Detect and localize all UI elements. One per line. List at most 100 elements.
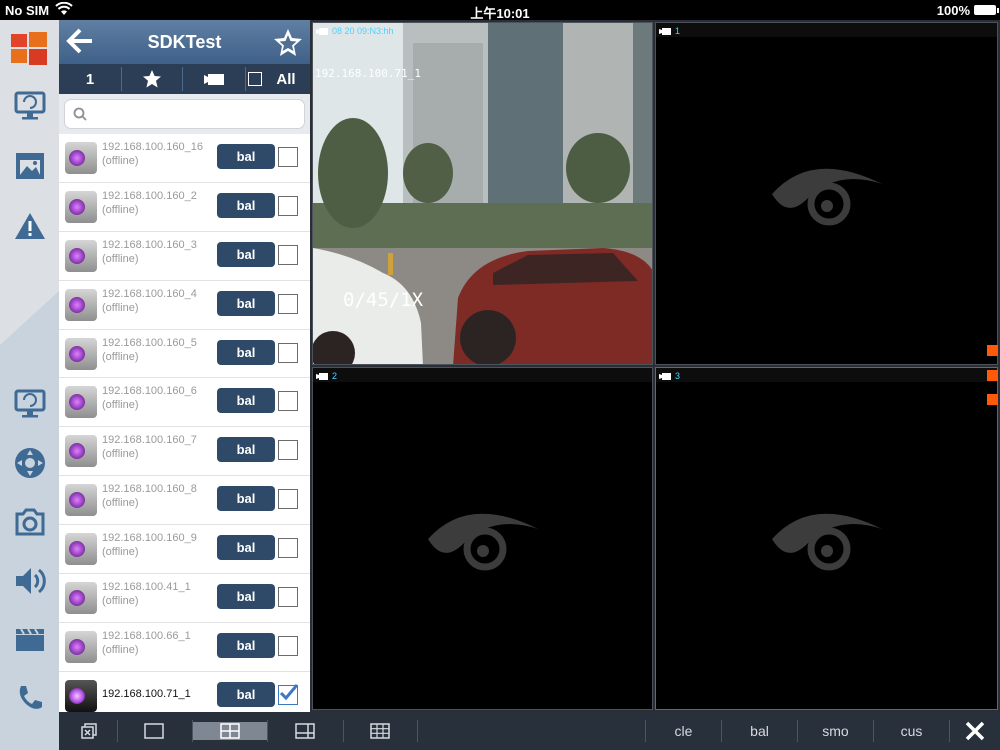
filter-tabs: 1 All xyxy=(59,64,310,94)
camera-thumbnail-icon xyxy=(65,630,97,663)
osd-ip: 192.168.100.71_1 xyxy=(315,67,421,80)
list-item[interactable]: 192.168.100.160_5 (offline) bal xyxy=(59,330,310,379)
device-checkbox[interactable] xyxy=(278,489,298,510)
device-checkbox[interactable] xyxy=(278,587,298,608)
device-checkbox[interactable] xyxy=(278,342,298,363)
layout-9-icon[interactable] xyxy=(360,712,400,750)
speaker-icon[interactable] xyxy=(12,563,48,599)
video-camera-icon xyxy=(659,373,671,380)
list-item[interactable]: 192.168.100.160_7 (offline) bal xyxy=(59,427,310,477)
close-all-icon[interactable] xyxy=(69,712,109,750)
stream-quality-button[interactable]: bal xyxy=(217,486,275,512)
stream-quality-button[interactable]: bal xyxy=(217,681,275,707)
stream-quality-button[interactable]: bal xyxy=(217,437,275,463)
video-cell-1[interactable]: 1 xyxy=(655,22,998,365)
layout-1-icon[interactable] xyxy=(134,712,174,750)
device-checkbox[interactable] xyxy=(278,147,298,167)
warning-icon[interactable] xyxy=(12,208,48,244)
list-item[interactable]: 192.168.100.160_8 (offline) bal xyxy=(59,476,310,526)
device-name: 192.168.100.160_6 xyxy=(102,385,197,398)
select-all-label[interactable]: All xyxy=(269,64,303,94)
quality-clear-button[interactable]: cle xyxy=(646,712,721,750)
monitor-icon[interactable] xyxy=(12,88,48,124)
layout-4-icon[interactable] xyxy=(193,722,267,740)
list-item[interactable]: 192.168.100.66_1 (offline) bal xyxy=(59,623,310,672)
search-input[interactable] xyxy=(93,104,293,124)
tab-cameras[interactable] xyxy=(183,64,245,94)
cell-label: 3 xyxy=(659,371,680,381)
osd-speed: 0/45/1X xyxy=(343,289,424,311)
camera-thumbnail-icon xyxy=(65,582,97,615)
list-item[interactable]: 192.168.100.160_6 (offline) bal xyxy=(59,378,310,428)
video-cell-3[interactable]: 3 xyxy=(655,367,998,710)
layout-6-icon[interactable] xyxy=(285,712,325,750)
device-list: 192.168.100.160_16 (offline) bal 192.168.10… xyxy=(59,134,310,712)
search-box[interactable] xyxy=(64,99,305,129)
alarm-indicator xyxy=(987,345,998,356)
toolbar-divider xyxy=(949,720,950,742)
camera-thumbnail-icon xyxy=(65,386,97,419)
list-item[interactable]: 192.168.100.160_4 (offline) bal xyxy=(59,281,310,330)
device-checkbox[interactable] xyxy=(278,391,298,412)
star-icon xyxy=(143,70,161,88)
list-item[interactable]: 192.168.100.160_9 (offline) bal xyxy=(59,525,310,575)
device-name: 192.168.100.66_1 xyxy=(102,629,191,642)
device-checkbox[interactable] xyxy=(278,244,298,265)
device-checkbox[interactable] xyxy=(278,538,298,559)
stream-quality-button[interactable]: bal xyxy=(217,388,275,414)
video-osd-bar: 2 xyxy=(313,368,652,382)
device-name: 192.168.100.160_9 xyxy=(102,532,197,545)
cell-number: 2 xyxy=(332,371,338,381)
osd-time: 08 20 09:N3:hh xyxy=(316,26,394,36)
video-cell-2[interactable]: 2 xyxy=(312,367,653,710)
list-item[interactable]: 192.168.100.41_1 (offline) bal xyxy=(59,574,310,623)
stream-quality-button[interactable]: bal xyxy=(217,144,275,169)
device-checkbox[interactable] xyxy=(278,293,298,314)
panel-header: SDKTest xyxy=(59,20,310,64)
stream-quality-button[interactable]: bal xyxy=(217,192,275,218)
stream-quality-button[interactable]: bal xyxy=(217,584,275,610)
stream-quality-button[interactable]: bal xyxy=(217,290,275,316)
device-status: (offline) xyxy=(102,595,139,608)
toolbar-divider xyxy=(117,720,118,742)
video-cell-live[interactable]: 08 20 09:N3:hh 192.168.100.71_1 0/45/1X xyxy=(312,22,653,365)
list-item[interactable]: 192.168.100.160_16 (offline) bal xyxy=(59,134,310,183)
device-name: 192.168.100.160_7 xyxy=(102,434,197,447)
close-icon[interactable] xyxy=(955,712,995,750)
list-item[interactable]: 192.168.100.71_1 bal xyxy=(59,672,310,712)
quality-smooth-button[interactable]: smo xyxy=(798,712,873,750)
camera-icon[interactable] xyxy=(12,504,48,540)
list-item[interactable]: 192.168.100.160_2 (offline) bal xyxy=(59,183,310,232)
stream-quality-button[interactable]: bal xyxy=(217,535,275,561)
ptz-icon[interactable] xyxy=(12,445,48,481)
stream-quality-button[interactable]: bal xyxy=(217,632,275,658)
cell-label: 2 xyxy=(316,371,337,381)
search-icon xyxy=(73,107,87,126)
clapper-icon[interactable] xyxy=(12,621,48,657)
favorite-star-icon[interactable] xyxy=(272,26,304,58)
windows-logo-icon[interactable] xyxy=(8,28,50,70)
phone-icon[interactable] xyxy=(12,680,48,716)
stream-quality-button[interactable]: bal xyxy=(217,339,275,365)
device-status: (offline) xyxy=(102,155,139,167)
tab-favorites[interactable] xyxy=(122,64,182,94)
quality-custom-button[interactable]: cus xyxy=(874,712,949,750)
device-status: (offline) xyxy=(102,301,139,314)
tab-group-number[interactable]: 1 xyxy=(59,64,121,94)
camera-thumbnail-icon xyxy=(65,337,97,370)
device-status: (offline) xyxy=(102,546,139,559)
device-checkbox[interactable] xyxy=(278,195,298,216)
toolbar-divider xyxy=(417,720,418,742)
camera-thumbnail-icon xyxy=(65,533,97,566)
device-checkbox[interactable] xyxy=(278,440,298,461)
device-status: (offline) xyxy=(102,497,139,510)
list-item[interactable]: 192.168.100.160_3 (offline) bal xyxy=(59,232,310,281)
media-icon[interactable] xyxy=(12,148,48,184)
quality-balanced-button[interactable]: bal xyxy=(722,712,797,750)
device-checkbox[interactable] xyxy=(278,683,298,705)
device-name: 192.168.100.160_2 xyxy=(102,189,197,202)
stream-quality-button[interactable]: bal xyxy=(217,241,275,267)
monitor-playback-icon[interactable] xyxy=(12,386,48,422)
device-checkbox[interactable] xyxy=(278,635,298,656)
select-all-checkbox[interactable] xyxy=(247,64,263,94)
